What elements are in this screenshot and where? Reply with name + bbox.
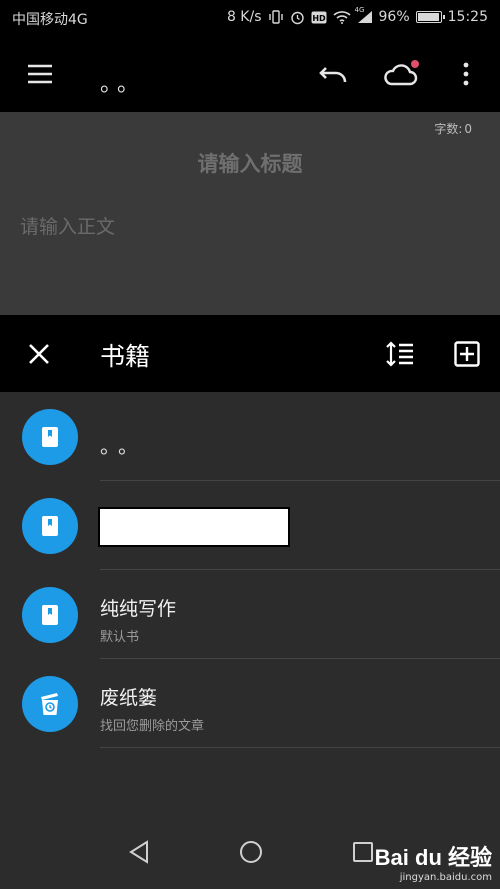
add-book-icon[interactable] <box>451 315 483 392</box>
home-icon[interactable] <box>236 815 266 889</box>
title-input[interactable]: 请输入标题 <box>0 148 500 178</box>
status-bar: 中国移动4G 8 K/s HD 4G 96% 15:25 <box>0 0 500 36</box>
more-options-icon[interactable] <box>452 36 480 112</box>
books-panel-title: 书籍 <box>100 342 151 371</box>
trash-subtitle: 找回您删除的文章 <box>100 719 205 734</box>
redacted-book-name <box>98 507 290 547</box>
word-count-label: 字数: <box>434 122 463 136</box>
baidu-watermark: Bai du 经验 jingyan.baidu.com <box>375 840 492 883</box>
sort-icon[interactable] <box>382 315 418 392</box>
books-list: 。。 纯纯写作 默认书 废纸篓 找回您删除的文章 <box>0 392 500 748</box>
svg-text:HD: HD <box>312 14 326 23</box>
word-count-value: 0 <box>464 122 472 136</box>
document-title: 。。 <box>100 72 146 97</box>
recents-icon[interactable] <box>348 815 378 889</box>
watermark-url: jingyan.baidu.com <box>399 872 492 883</box>
trash-restore-icon <box>22 676 78 732</box>
undo-icon[interactable] <box>312 36 356 112</box>
book-name: 。。 <box>100 434 146 458</box>
app-bar: 。。 <box>0 36 500 112</box>
book-name: 纯纯写作 <box>100 598 177 620</box>
close-icon[interactable] <box>22 315 56 392</box>
book-item-dots[interactable]: 。。 <box>0 392 500 481</box>
menu-icon[interactable] <box>20 36 60 112</box>
book-item-redacted[interactable] <box>0 481 500 570</box>
book-icon <box>22 587 78 643</box>
network-type: 4G <box>354 6 365 14</box>
book-icon <box>22 409 78 465</box>
body-input[interactable]: 请输入正文 <box>20 212 115 239</box>
watermark-logo: Bai du 经验 <box>374 845 492 870</box>
book-subtitle: 默认书 <box>100 630 140 645</box>
book-item-default[interactable]: 纯纯写作 默认书 <box>0 570 500 659</box>
editor-area: 字数: 0 请输入标题 请输入正文 <box>0 112 500 315</box>
cloud-sync-icon[interactable] <box>378 36 424 112</box>
vibrate-icon <box>268 10 284 24</box>
battery-percent: 96% <box>378 9 410 25</box>
word-count: 字数: 0 <box>432 120 472 137</box>
network-speed: 8 K/s <box>226 9 262 25</box>
alarm-icon <box>290 10 305 25</box>
book-icon <box>22 498 78 554</box>
hd-icon: HD <box>311 11 327 24</box>
clock: 15:25 <box>447 9 488 25</box>
battery-icon <box>415 11 445 23</box>
status-icons: 8 K/s HD 4G 96% 15:25 <box>226 6 488 25</box>
cellular-signal-icon: 4G <box>355 6 373 24</box>
divider <box>100 747 500 748</box>
back-icon[interactable] <box>124 815 154 889</box>
book-item-trash[interactable]: 废纸篓 找回您删除的文章 <box>0 659 500 748</box>
trash-name: 废纸篓 <box>100 687 158 709</box>
wifi-icon <box>332 10 351 24</box>
books-panel-header: 书籍 <box>0 315 500 392</box>
carrier-label: 中国移动4G <box>12 12 88 28</box>
